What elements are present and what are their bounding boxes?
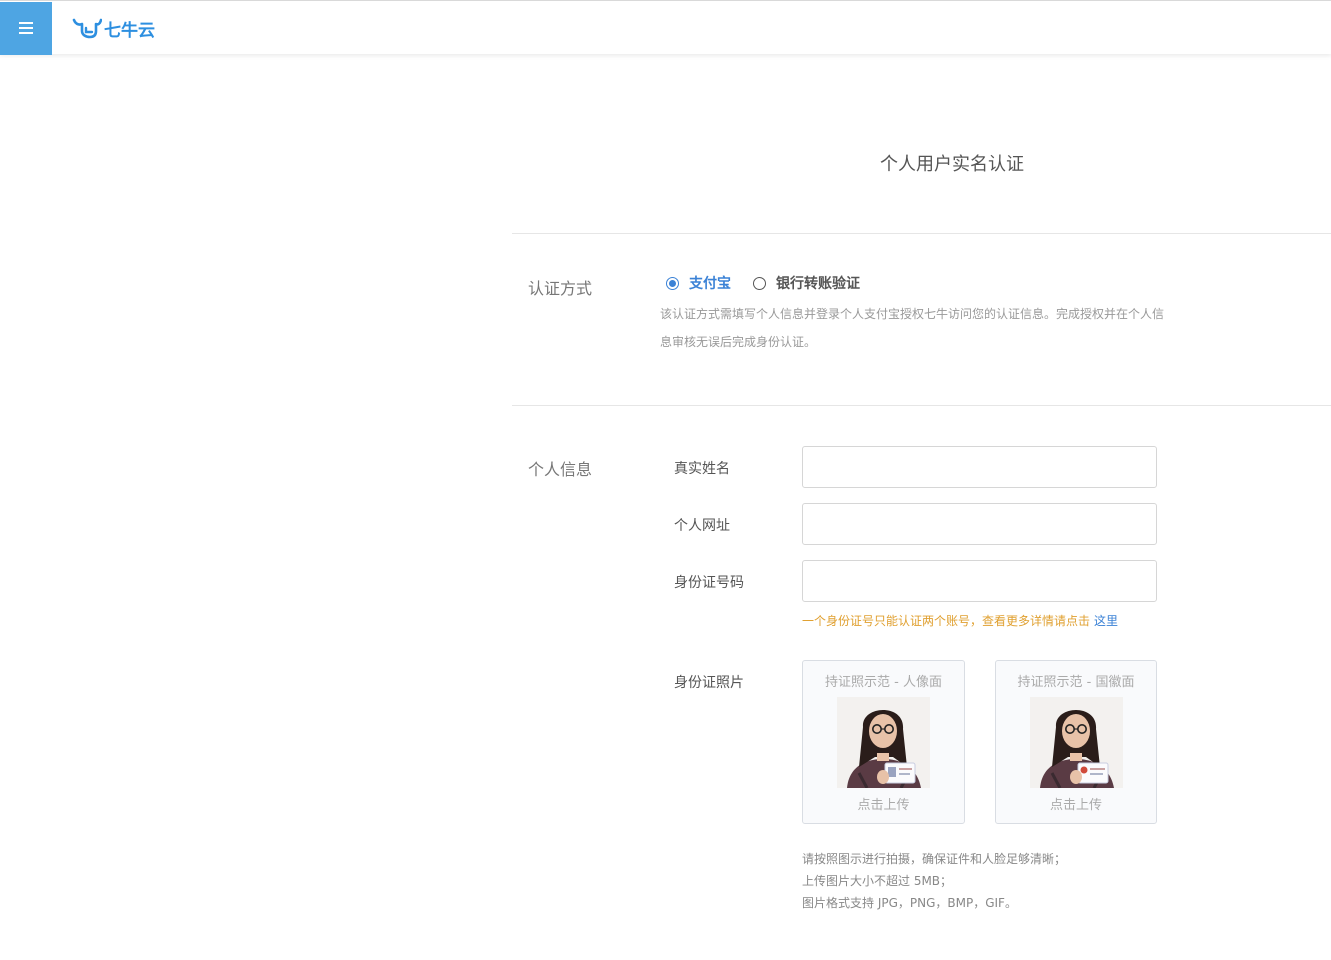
radio-bank-transfer-label: 银行转账验证: [776, 276, 860, 292]
qiniu-bull-logo-icon: [72, 18, 102, 39]
tip-line: 图片格式支持 JPG，PNG，BMP，GIF。: [802, 896, 1017, 910]
id-number-label: 身份证号码: [674, 575, 744, 591]
radio-bank-transfer[interactable]: 银行转账验证: [753, 273, 860, 293]
radio-alipay-label: 支付宝: [689, 276, 731, 292]
menu-toggle-button[interactable]: [0, 2, 52, 55]
upload-card-cta: 点击上传: [857, 798, 910, 813]
id-number-warning: 一个身份证号只能认证两个账号，查看更多详情请点击 这里: [802, 612, 1118, 629]
upload-card-title: 持证照示范 - 人像面: [825, 675, 942, 690]
radio-unchecked-icon[interactable]: [753, 276, 766, 290]
personal-info-section-label: 个人信息: [528, 460, 593, 479]
id-photo-label: 身份证照片: [674, 675, 744, 691]
id-warning-link[interactable]: 这里: [1094, 614, 1118, 628]
auth-method-radio-group: 支付宝 银行转账验证: [666, 273, 882, 293]
logo[interactable]: 七牛云: [72, 16, 155, 41]
divider: [512, 233, 1331, 234]
top-bar: 七牛云: [0, 0, 1331, 55]
page-title: 个人用户实名认证: [880, 154, 1024, 175]
tip-line: 请按照图示进行拍摄，确保证件和人脸足够清晰；: [802, 852, 1067, 866]
id-holding-sample-image: [1030, 697, 1123, 788]
tip-line: 上传图片大小不超过 5MB；: [802, 874, 953, 888]
radio-checked-icon[interactable]: [666, 276, 679, 290]
hamburger-menu-icon: [19, 22, 33, 35]
real-name-input[interactable]: [802, 446, 1157, 488]
real-name-label: 真实姓名: [674, 461, 730, 477]
divider: [512, 405, 1331, 406]
auth-method-description: 该认证方式需填写个人信息并登录个人支付宝授权七牛访问您的认证信息。完成授权并在个…: [660, 307, 1165, 349]
upload-card-cta: 点击上传: [1049, 798, 1102, 813]
logo-text: 七牛云: [104, 20, 155, 41]
upload-card-title: 持证照示范 - 国徽面: [1017, 675, 1135, 690]
auth-method-section-label: 认证方式: [528, 279, 593, 298]
website-label: 个人网址: [674, 518, 730, 534]
id-number-input[interactable]: [802, 560, 1157, 602]
upload-card-emblem[interactable]: 持证照示范 - 国徽面 点击上传: [995, 660, 1157, 824]
upload-tips: 请按照图示进行拍摄，确保证件和人脸足够清晰； 上传图片大小不超过 5MB； 图片…: [802, 848, 1066, 914]
website-input[interactable]: [802, 503, 1157, 545]
id-holding-sample-image: [837, 697, 930, 788]
upload-card-portrait[interactable]: 持证照示范 - 人像面 点击上传: [802, 660, 965, 824]
radio-alipay[interactable]: 支付宝: [666, 273, 731, 293]
id-warning-text: 一个身份证号只能认证两个账号，查看更多详情请点击: [802, 614, 1091, 628]
